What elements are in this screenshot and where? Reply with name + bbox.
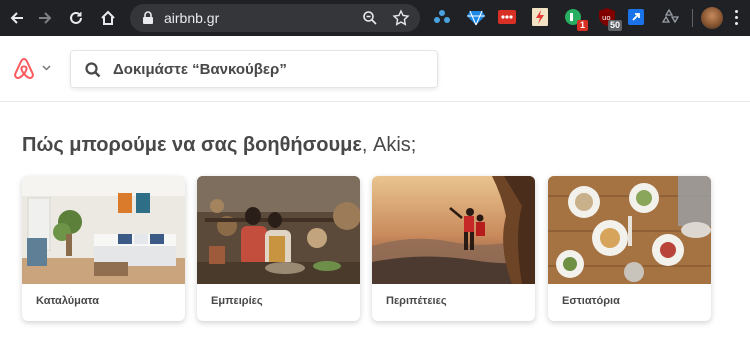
search-icon [85,62,101,78]
ublock-badge: 50 [607,20,622,31]
adventures-photo [372,176,535,284]
page-title-question: Πώς μπορούμε να σας βοηθήσουμε [22,134,362,156]
external-link-icon[interactable] [626,7,646,27]
address-url: airbnb.gr [164,10,220,26]
diamond-icon[interactable] [466,7,486,27]
ghostery-badge: 1 [577,20,588,31]
card-restaurants[interactable]: Εστιατόρια [548,176,711,321]
page-title: Πώς μπορούμε να σας βοηθήσουμε, Akis; [22,133,416,157]
search-input[interactable]: Δοκιμάστε “Βανκούβερ” [70,50,438,88]
accommodations-photo [22,176,185,284]
browser-menu-icon[interactable] [735,10,739,26]
recycle-icon[interactable] [659,7,680,27]
card-label: Εμπειρίες [211,295,263,307]
card-adventures[interactable]: Περιπέτειες [372,176,535,321]
ghostery-icon[interactable]: 1 [563,7,588,31]
dots-grid-icon[interactable] [497,7,517,27]
lock-icon [143,11,153,24]
experiences-photo [197,176,360,284]
chevron-down-icon[interactable] [42,65,51,71]
zoom-icon[interactable] [362,10,378,26]
card-label: Εστιατόρια [562,295,620,307]
profile-avatar[interactable] [701,7,723,29]
page-title-user-name: , Akis; [361,134,417,156]
home-icon[interactable] [95,5,121,31]
toolbar-separator [692,9,693,27]
card-accommodations[interactable]: Καταλύματα [22,176,185,321]
airbnb-logo-icon[interactable] [12,57,36,82]
browser-toolbar: airbnb.gr 1 uo 50 [0,0,750,36]
restaurants-photo [548,176,711,284]
forward-arrow-icon[interactable] [32,5,58,31]
reload-icon[interactable] [63,5,89,31]
card-experiences[interactable]: Εμπειρίες [197,176,360,321]
back-arrow-icon[interactable] [4,5,30,31]
bookmark-star-icon[interactable] [392,9,410,27]
site-header: Δοκιμάστε “Βανκούβερ” [0,36,750,102]
address-bar[interactable]: airbnb.gr [130,4,420,32]
ublock-icon[interactable]: uo 50 [597,7,622,31]
dropbox-share-icon[interactable] [432,7,452,27]
search-placeholder: Δοκιμάστε “Βανκούβερ” [113,61,287,78]
card-label: Καταλύματα [36,295,100,307]
lightning-icon[interactable] [530,7,550,27]
card-label: Περιπέτειες [386,295,447,307]
